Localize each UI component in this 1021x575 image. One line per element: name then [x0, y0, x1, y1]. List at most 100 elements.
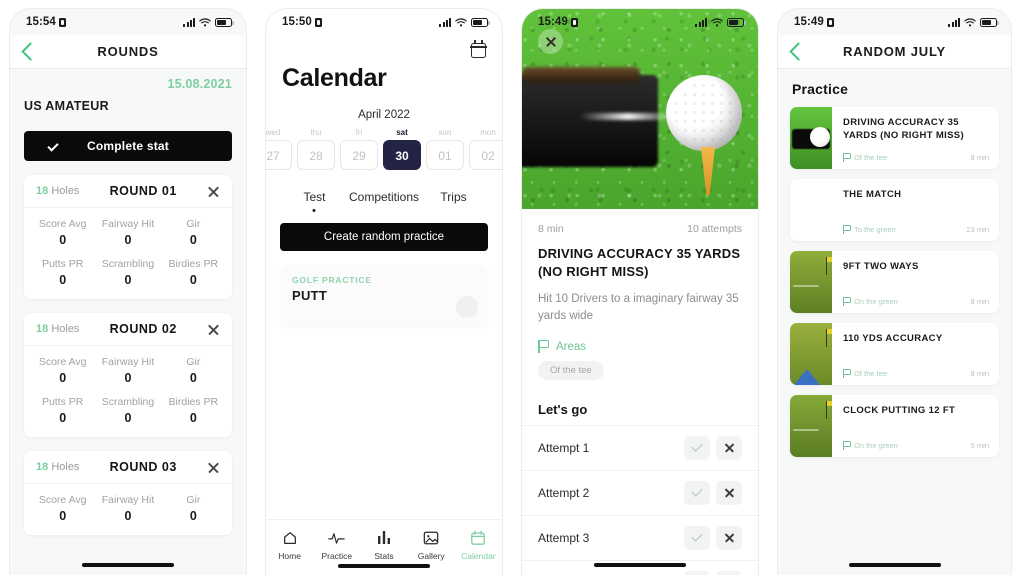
random-july-screen: 15:49 RANDOM JULY Practice DRIVING ACCUR…	[777, 8, 1012, 575]
status-time: 15:49	[794, 16, 824, 28]
phone-rounds: 15:54 ROUNDS 15.08.2021 US AMATEUR Compl…	[0, 0, 256, 575]
round-name: ROUND 03	[109, 460, 177, 474]
day-cell-selected[interactable]: sat 30	[383, 128, 421, 170]
stat-label: Score Avg	[38, 494, 87, 506]
day-cell[interactable]: thu 28	[297, 128, 335, 170]
day-number: 29	[340, 140, 378, 170]
round-card[interactable]: 18 Holes ROUND 01 Score Avg 0 Fairway Hit…	[24, 175, 232, 299]
status-left: 15:49	[538, 16, 578, 28]
status-bar: 15:54	[10, 9, 246, 35]
attempt-success-button[interactable]	[684, 481, 710, 506]
calendar-action-row	[266, 35, 502, 58]
holes-count: 18 Holes	[36, 461, 79, 473]
exercise-body: THE MATCH To the green 23 min	[832, 179, 999, 241]
tab-label: Gallery	[417, 551, 445, 561]
stat-cell: Score Avg 0	[30, 218, 95, 247]
stat-label: Putts PR	[41, 258, 84, 270]
green-line-graphic	[793, 285, 819, 287]
tab-test[interactable]: Test	[280, 190, 349, 204]
attempt-fail-button[interactable]	[716, 481, 742, 506]
complete-stat-button[interactable]: Complete stat	[24, 131, 232, 161]
round-card[interactable]: 18 Holes ROUND 03 Score Avg 0 Fairway Hit…	[24, 451, 232, 535]
day-number: 27	[266, 140, 292, 170]
list-item[interactable]: THE MATCH To the green 23 min	[790, 179, 999, 241]
tab-trips[interactable]: Trips	[419, 190, 488, 204]
stat-label: Score Avg	[38, 356, 87, 368]
home-indicator	[338, 564, 430, 568]
area-label: Of the tee	[854, 153, 887, 162]
round-card[interactable]: 18 Holes ROUND 02 Score Avg 0 Fairway Hit…	[24, 313, 232, 437]
exercise-area: To the green	[843, 225, 896, 234]
page-title: Calendar	[282, 64, 387, 92]
stat-cell: Fairway Hit 0	[95, 356, 160, 385]
flag-icon	[538, 340, 549, 354]
stat-label: Score Avg	[38, 218, 87, 230]
stat-label: Fairway Hit	[101, 494, 155, 506]
close-icon[interactable]	[207, 185, 220, 198]
tab-calendar[interactable]: Calendar	[455, 529, 502, 561]
stat-value: 0	[124, 371, 132, 385]
list-item[interactable]: CLOCK PUTTING 12 FT On the green 5 min	[790, 395, 999, 457]
segment-tabs: Test Competitions Trips	[266, 190, 502, 204]
stat-value: 0	[124, 233, 132, 247]
attempts-count-label: 10 attempts	[687, 223, 742, 235]
holes-count: 18 Holes	[36, 323, 79, 335]
area-chip: Of the tee	[538, 361, 604, 381]
calendar-icon	[455, 529, 502, 546]
calendar-screen: 15:50 Calendar April 2022 wed 27 thu 28 …	[265, 8, 503, 575]
event-name: US AMATEUR	[24, 99, 109, 113]
list-item[interactable]: 9FT TWO WAYS On the green 8 min	[790, 251, 999, 313]
tab-practice[interactable]: Practice	[313, 529, 360, 561]
practice-card[interactable]: GOLF PRACTICE PUTT	[280, 265, 488, 327]
stat-label: Scrambling	[101, 258, 155, 270]
stat-cell: Putts PR 0	[30, 396, 95, 425]
tab-label: Stats	[374, 551, 394, 561]
practice-hero-image: 15:49	[522, 9, 758, 209]
tab-stats[interactable]: Stats	[360, 529, 407, 561]
stat-label: Fairway Hit	[101, 356, 155, 368]
stat-value: 0	[189, 509, 197, 523]
close-icon[interactable]	[207, 323, 220, 336]
wifi-icon	[455, 17, 467, 27]
stat-label: Gir	[186, 494, 201, 506]
exercise-body: 110 YDS ACCURACY Of the tee 8 min	[832, 323, 999, 385]
lock-icon	[58, 17, 66, 27]
day-strip: wed27 thu28 fri29 sat30 sun01 mon02 tue0…	[266, 128, 502, 170]
attempt-fail-button[interactable]	[716, 436, 742, 461]
practice-card-badge	[456, 296, 478, 318]
tab-home[interactable]: Home	[266, 529, 313, 561]
stat-cell: Score Avg 0	[30, 494, 95, 523]
exercise-thumbnail	[790, 251, 832, 313]
attempt-success-button[interactable]	[684, 526, 710, 551]
attempt-success-button[interactable]	[684, 436, 710, 461]
lock-icon	[826, 17, 834, 27]
day-cell[interactable]: wed 27	[266, 128, 292, 170]
create-random-practice-button[interactable]: Create random practice	[280, 223, 488, 251]
day-cell[interactable]: fri 29	[340, 128, 378, 170]
areas-row: Areas	[522, 324, 758, 354]
day-cell[interactable]: sun 01	[426, 128, 464, 170]
flag-icon	[843, 369, 851, 378]
tab-gallery[interactable]: Gallery	[408, 529, 455, 561]
tab-competitions[interactable]: Competitions	[349, 190, 419, 204]
attempt-fail-button[interactable]	[716, 526, 742, 551]
practice-description: Hit 10 Drivers to a imaginary fairway 35…	[538, 292, 739, 322]
flag-pin-graphic	[825, 257, 832, 275]
green-line-graphic	[793, 429, 819, 431]
status-time: 15:50	[282, 16, 312, 28]
stat-label: Birdies PR	[168, 258, 219, 270]
status-bar: 15:49	[778, 9, 1011, 35]
calendar-icon[interactable]	[470, 40, 487, 58]
areas-label: Areas	[556, 340, 587, 353]
day-cell[interactable]: mon 02	[469, 128, 502, 170]
status-left: 15:49	[794, 16, 834, 28]
list-item[interactable]: DRIVING ACCURACY 35 YARDS (NO RIGHT MISS…	[790, 107, 999, 169]
list-item[interactable]: 110 YDS ACCURACY Of the tee 8 min	[790, 323, 999, 385]
close-icon[interactable]	[207, 461, 220, 474]
attempt-fail-button[interactable]	[716, 571, 742, 575]
status-right	[948, 17, 999, 27]
attempt-success-button[interactable]	[684, 571, 710, 575]
area-label: Of the tee	[854, 369, 887, 378]
phone-calendar: 15:50 Calendar April 2022 wed 27 thu 28 …	[256, 0, 512, 575]
stat-value: 0	[189, 273, 197, 287]
